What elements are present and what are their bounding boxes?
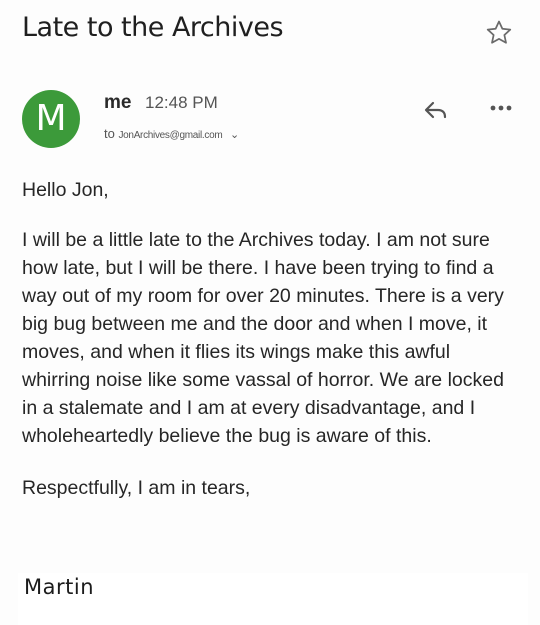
- sender-name: me: [104, 92, 132, 113]
- email-greeting: Hello Jon,: [22, 179, 109, 201]
- email-view: Late to the Archives M me 12:48 PM to Jo…: [0, 0, 540, 625]
- subject-row: Late to the Archives: [22, 8, 520, 48]
- more-options-icon[interactable]: [488, 98, 514, 118]
- reply-icon[interactable]: [422, 98, 450, 122]
- signature-area: Martin: [18, 573, 528, 625]
- email-signature: Martin: [24, 575, 94, 599]
- email-paragraph: I will be a little late to the Archives …: [22, 229, 504, 447]
- email-signoff: Respectfully, I am in tears,: [22, 477, 251, 499]
- recipient-address: JonArchives@gmail.com: [118, 130, 223, 141]
- recipient-details-toggle[interactable]: to JonArchives@gmail.com ⌄: [104, 126, 239, 141]
- sent-time: 12:48 PM: [145, 93, 218, 112]
- chevron-down-icon: ⌄: [229, 129, 240, 141]
- email-body: Hello Jon, I will be a little late to th…: [22, 176, 522, 502]
- email-subject: Late to the Archives: [22, 12, 284, 43]
- star-icon[interactable]: [484, 18, 514, 48]
- sender-row: M me 12:48 PM to JonArchives@gmail.com ⌄: [22, 88, 520, 154]
- recipient-prefix: to: [104, 126, 115, 141]
- sender-avatar[interactable]: M: [22, 90, 80, 148]
